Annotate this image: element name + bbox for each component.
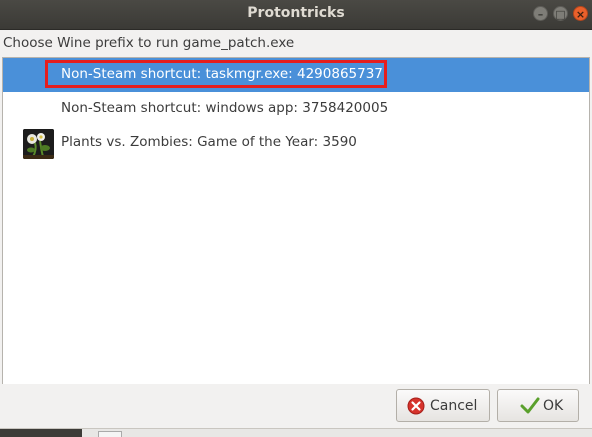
maximize-icon: □ xyxy=(555,8,566,21)
protontricks-dialog: Protontricks – □ × Choose Wine prefix to… xyxy=(0,0,592,437)
game-thumbnail-icon xyxy=(23,129,54,159)
cancel-icon xyxy=(407,397,425,419)
minimize-icon: – xyxy=(537,8,544,21)
minimize-button[interactable]: – xyxy=(533,6,548,21)
window-title: Protontricks xyxy=(247,5,345,21)
list-item-label: Plants vs. Zombies: Game of the Year: 35… xyxy=(61,134,357,150)
background-panel xyxy=(0,429,82,437)
list-item-plants-vs-zombies[interactable]: Plants vs. Zombies: Game of the Year: 35… xyxy=(3,126,589,160)
ok-label: OK xyxy=(543,398,564,414)
background-tab xyxy=(98,431,122,437)
close-icon: × xyxy=(575,8,586,21)
list-item-windows-app[interactable]: Non-Steam shortcut: windows app: 3758420… xyxy=(3,92,589,126)
red-highlight-box xyxy=(45,60,387,88)
background-window-edge xyxy=(0,428,592,437)
checkmark-icon xyxy=(520,397,540,419)
dialog-prompt: Choose Wine prefix to run game_patch.exe xyxy=(3,35,295,51)
list-item-taskmgr[interactable]: Non-Steam shortcut: taskmgr.exe: 4290865… xyxy=(3,58,589,92)
close-button[interactable]: × xyxy=(573,6,588,21)
cancel-label: Cancel xyxy=(430,398,478,414)
prefix-list[interactable]: Non-Steam shortcut: taskmgr.exe: 4290865… xyxy=(2,57,590,385)
list-item-label: Non-Steam shortcut: windows app: 3758420… xyxy=(61,100,389,116)
maximize-button[interactable]: □ xyxy=(553,6,568,21)
cancel-button[interactable]: Cancel xyxy=(396,389,490,422)
title-bar[interactable]: Protontricks – □ × xyxy=(0,0,592,30)
ok-button[interactable]: OK xyxy=(497,389,579,422)
